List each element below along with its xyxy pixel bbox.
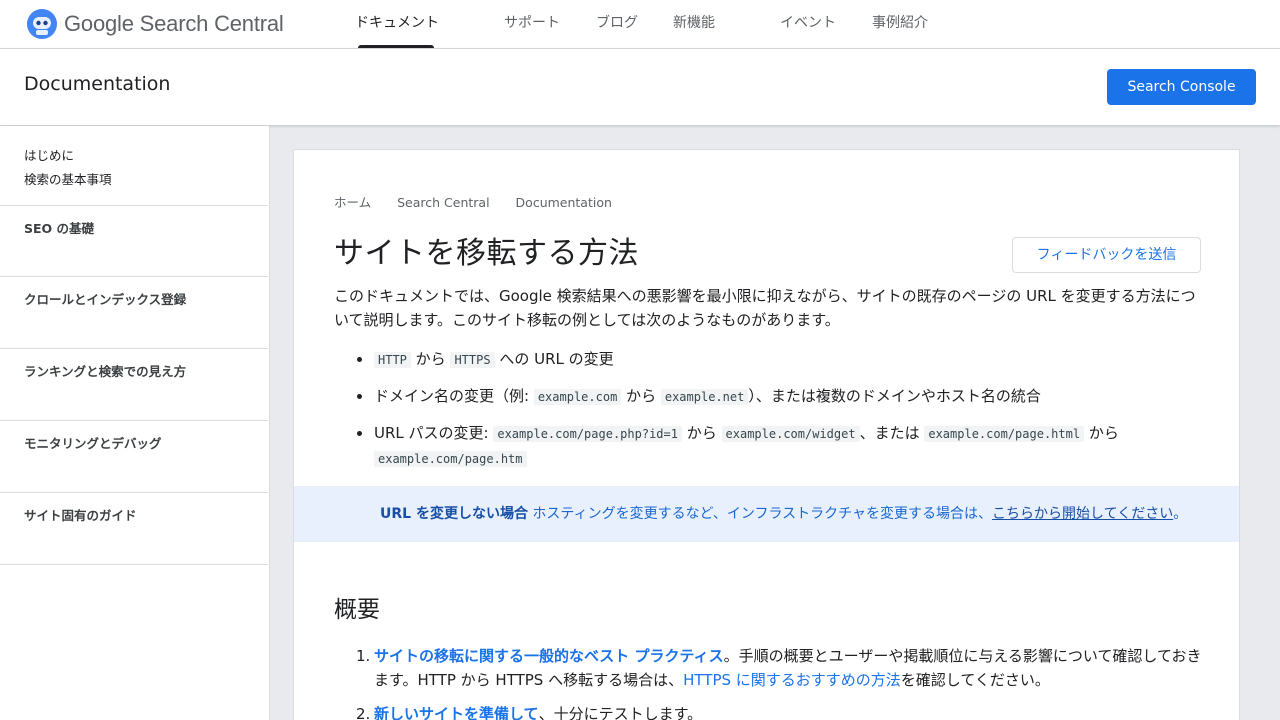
best-practices-link[interactable]: サイトの移転に関する一般的なベスト プラクティス [374,647,724,665]
sidebar-section-label: モニタリングとデバッグ [24,436,162,451]
list-text: から [1084,424,1119,442]
sidebar-section-monitoring[interactable]: モニタリングとデバッグ [0,420,268,492]
note-strong: URL を変更しない場合 [380,506,528,522]
nav-documentation[interactable]: ドキュメント [355,0,439,48]
sidebar-section-site-specific[interactable]: サイト固有のガイド [0,492,268,564]
breadcrumb-home[interactable]: ホーム [334,195,371,210]
inline-code: example.net [660,389,749,405]
brand-name: Google Search Central [64,11,284,36]
nav-case-studies[interactable]: 事例紹介 [872,0,928,48]
sidebar-section-label: サイト固有のガイド [24,508,137,523]
sidebar-item-search-basics[interactable]: 検索の基本事項 [24,168,112,192]
sidebar-divider [0,564,268,565]
article-card: ホーム Search Central Documentation サイトを移転す… [293,149,1240,720]
breadcrumb: ホーム Search Central Documentation [334,192,634,211]
inline-code: HTTPS [450,352,495,368]
sidebar-section-label: ランキングと検索での見え方 [24,364,187,379]
list-text: から [621,387,661,405]
list-text: ）、または複数のドメインやホスト名の統合 [748,387,1041,405]
nav-whats-new[interactable]: 新機能 [673,0,715,48]
send-feedback-button[interactable]: フィードバックを送信 [1012,237,1201,273]
list-text: 、または [859,424,925,442]
overview-heading: 概要 [334,597,380,623]
note-link[interactable]: こちらから開始してください [992,506,1173,522]
section-title: Documentation [24,73,171,95]
search-central-mascot-icon [27,9,57,39]
inline-code: example.com/page.html [924,426,1085,442]
inline-code: example.com/widget [721,426,860,442]
list-item: URL パスの変更: example.com/page.php?id=1 から … [334,421,1194,471]
left-sidebar: はじめに 検索の基本事項 SEO の基礎 クロールとインデックス登録 ランキング… [0,126,270,720]
list-item: HTTP から HTTPS への URL の変更 [334,347,1194,372]
list-text: への URL の変更 [494,350,614,368]
search-console-button[interactable]: Search Console [1107,69,1256,105]
sidebar-section-ranking[interactable]: ランキングと検索での見え方 [0,348,268,420]
list-item: 1. サイトの移転に関する一般的なベスト プラクティス。手順の概要とユーザーや掲載… [334,644,1204,692]
inline-code: example.com [533,389,622,405]
nav-events[interactable]: イベント [780,0,836,48]
list-text: から [410,350,451,368]
https-recommendations-link[interactable]: HTTPS に関するおすすめの方法 [683,671,901,689]
intro-paragraph: このドキュメントでは、Google 検索結果への悪影響を最小限に抑えながら、サイ… [334,287,1196,329]
list-item: ドメイン名の変更（例: example.com から example.net）、… [334,384,1194,409]
list-text: から [681,424,722,442]
step-text: 、十分にテストします。 [538,705,703,720]
section-header: Documentation Search Console [0,49,1280,125]
site-logo[interactable]: Google Search Central [26,8,284,40]
steps-list: 1. サイトの移転に関する一般的なベスト プラクティス。手順の概要とユーザーや掲載… [334,644,1204,720]
step-number: 2. [356,705,371,720]
note-end: 。 [1173,506,1188,522]
nav-support[interactable]: サポート [504,0,560,48]
sidebar-section-crawling-indexing[interactable]: クロールとインデックス登録 [0,276,268,348]
list-text: ドメイン名の変更（例: [374,387,534,405]
note-text: ホスティングを変更するなど、インフラストラクチャを変更する場合は、 [527,506,993,522]
inline-code: example.com/page.php?id=1 [493,426,682,442]
inline-code: example.com/page.htm [374,451,527,467]
top-navigation-bar: Google Search Central ドキュメント サポート ブログ 新機… [0,0,1280,49]
list-item: 2. 新しいサイトを準備して、十分にテストします。 [334,702,1204,720]
info-note: URL を変更しない場合 ホスティングを変更するなど、インフラストラクチャを変更… [294,486,1239,542]
active-tab-indicator [358,45,434,48]
prepare-site-link[interactable]: 新しいサイトを準備して [374,705,539,720]
sidebar-section-label: SEO の基礎 [24,221,95,236]
nav-blog[interactable]: ブログ [596,0,638,48]
step-number: 1. [356,647,371,665]
sidebar-intro: はじめに 検索の基本事項 [24,144,112,192]
example-list: HTTP から HTTPS への URL の変更 ドメイン名の変更（例: exa… [334,347,1194,483]
sidebar-item-getting-started[interactable]: はじめに [24,144,112,168]
list-text: URL パスの変更: [374,424,494,442]
sidebar-section-seo-basics[interactable]: SEO の基礎 [0,205,268,277]
breadcrumb-documentation[interactable]: Documentation [516,195,612,210]
breadcrumb-search-central[interactable]: Search Central [397,195,489,210]
sidebar-section-label: クロールとインデックス登録 [24,292,187,307]
step-text: を確認してください。 [900,671,1050,689]
page-title: サイトを移転する方法 [334,236,639,271]
inline-code: HTTP [374,352,411,368]
